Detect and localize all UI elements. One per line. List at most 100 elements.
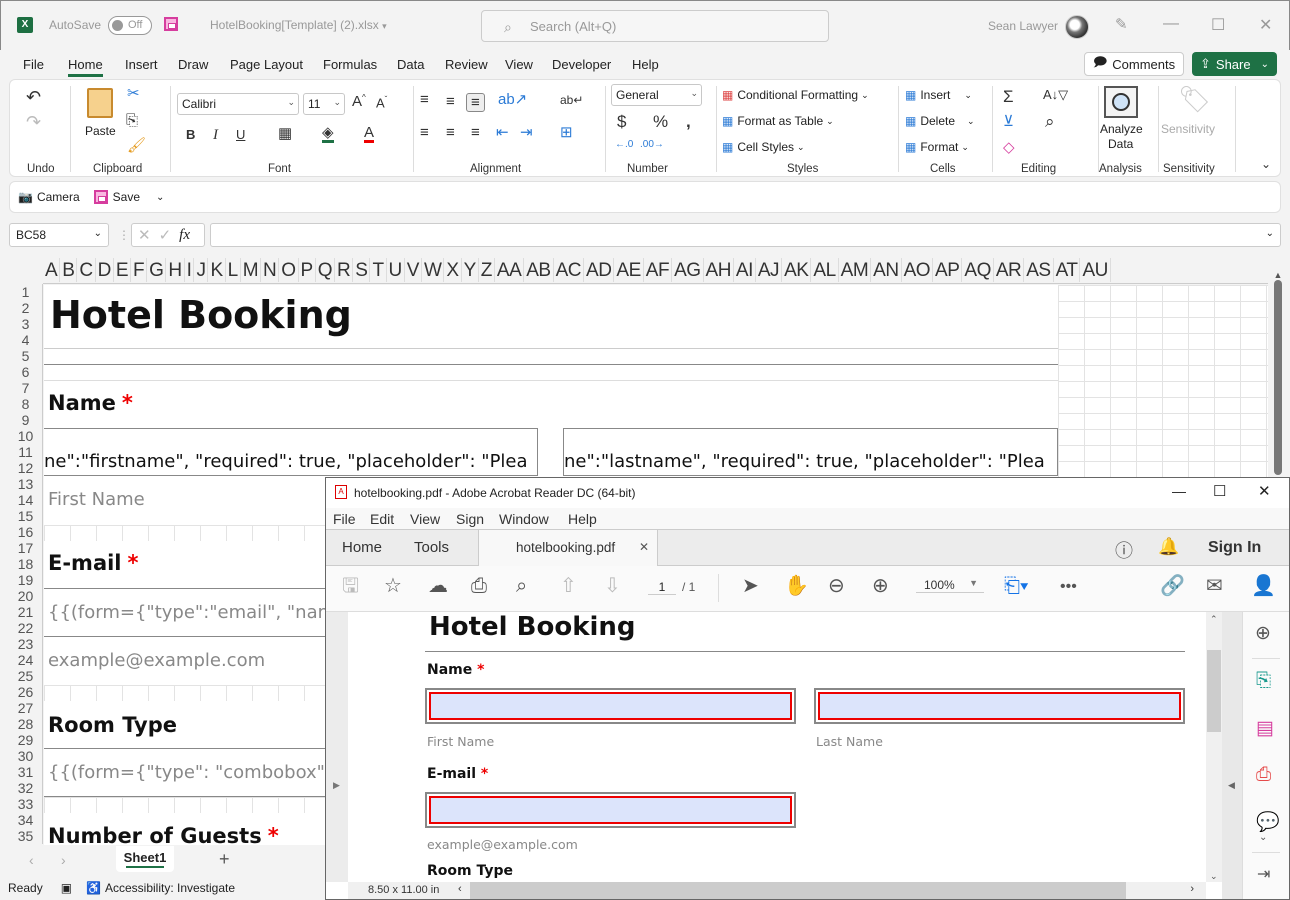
acro-menu-window[interactable]: Window: [499, 511, 549, 527]
column-header[interactable]: AO: [902, 258, 934, 282]
select-all-button[interactable]: [9, 258, 43, 284]
acro-tab-document[interactable]: hotelbooking.pdf ✕: [478, 530, 658, 567]
tab-file[interactable]: File: [23, 57, 44, 72]
format-painter-icon[interactable]: 🖌: [127, 138, 146, 153]
row-header[interactable]: 33: [9, 796, 42, 812]
last-name-field[interactable]: [814, 688, 1185, 724]
column-header[interactable]: K: [208, 258, 226, 282]
column-header[interactable]: V: [405, 258, 422, 282]
acro-menu-help[interactable]: Help: [568, 511, 597, 527]
orientation-icon[interactable]: ab↗: [498, 92, 527, 107]
column-header[interactable]: AD: [584, 258, 615, 282]
row-header[interactable]: 8: [9, 396, 42, 412]
acro-tab-tools[interactable]: Tools: [414, 539, 449, 556]
row-header[interactable]: 27: [9, 700, 42, 716]
row-header[interactable]: 17: [9, 540, 42, 556]
accessibility-status[interactable]: Accessibility: Investigate: [105, 881, 235, 895]
pdf-horizontal-scrollbar[interactable]: 8.50 x 11.00 in ‹ ›: [348, 882, 1206, 899]
column-header[interactable]: AK: [782, 258, 812, 282]
row-header[interactable]: 6: [9, 364, 42, 380]
tab-help[interactable]: Help: [632, 57, 659, 72]
collapse-ribbon-icon[interactable]: ⌄: [1261, 158, 1271, 170]
row-header[interactable]: 29: [9, 732, 42, 748]
column-header[interactable]: AF: [644, 258, 673, 282]
row-header[interactable]: 16: [9, 524, 42, 540]
tab-home[interactable]: Home: [68, 57, 103, 77]
column-header[interactable]: AB: [524, 258, 554, 282]
acrobat-close-icon[interactable]: ✕: [1258, 482, 1271, 500]
column-header[interactable]: L: [226, 258, 241, 282]
borders-icon[interactable]: ▦: [278, 126, 292, 141]
export-pdf-icon[interactable]: ⎘: [1256, 670, 1271, 692]
share-button[interactable]: ⇪ Share ⌄: [1192, 52, 1277, 76]
bold-icon[interactable]: B: [186, 128, 195, 141]
tab-draw[interactable]: Draw: [178, 57, 208, 72]
insert-cells-button[interactable]: ▦ Insert ⌄: [905, 88, 972, 102]
row-header[interactable]: 30: [9, 748, 42, 764]
share-link-icon[interactable]: 🔗: [1160, 576, 1185, 596]
close-icon[interactable]: ✕: [1259, 15, 1272, 35]
add-user-icon[interactable]: 👤: [1251, 576, 1276, 596]
sheet-tab-sheet1[interactable]: Sheet1: [116, 846, 174, 872]
hand-tool-icon[interactable]: ✋: [784, 576, 809, 596]
italic-icon[interactable]: I: [213, 128, 218, 143]
save-icon[interactable]: [164, 17, 178, 31]
save-icon[interactable]: 🖫: [342, 576, 359, 596]
undo-icon[interactable]: ↶: [26, 88, 41, 106]
column-header[interactable]: AL: [811, 258, 839, 282]
column-header[interactable]: AM: [839, 258, 872, 282]
number-format-select[interactable]: General ⌄: [611, 84, 702, 106]
column-header[interactable]: Z: [479, 258, 495, 282]
decrease-indent-icon[interactable]: ⇤: [496, 125, 509, 140]
format-as-table-button[interactable]: ▦ Format as Table ⌄: [722, 114, 834, 128]
search-text-icon[interactable]: ⌕: [516, 576, 527, 596]
font-size-select[interactable]: 11 ⌄: [303, 93, 345, 115]
qat-save-button[interactable]: Save: [93, 190, 140, 204]
avatar[interactable]: [1065, 15, 1089, 39]
column-header[interactable]: AC: [554, 258, 585, 282]
column-header[interactable]: M: [241, 258, 262, 282]
zoom-level-select[interactable]: 100% ▼: [916, 578, 984, 593]
upload-cloud-icon[interactable]: ☁: [428, 576, 448, 596]
increase-font-icon[interactable]: A^: [352, 94, 366, 110]
create-pdf-icon[interactable]: ⎙: [1256, 764, 1271, 786]
row-header[interactable]: 34: [9, 812, 42, 828]
more-tools-chevron-icon[interactable]: ⌄: [1259, 832, 1267, 843]
add-sheet-icon[interactable]: +: [219, 849, 230, 870]
align-top-icon[interactable]: ≡: [420, 92, 429, 107]
percent-icon[interactable]: %: [653, 113, 668, 130]
comments-button[interactable]: 🗩 Comments: [1084, 52, 1184, 76]
decrease-decimal-icon[interactable]: .00→: [640, 140, 664, 150]
first-name-field[interactable]: [425, 688, 796, 724]
column-header[interactable]: AI: [734, 258, 756, 282]
column-header[interactable]: AE: [614, 258, 644, 282]
column-header[interactable]: N: [261, 258, 280, 282]
row-header[interactable]: 14: [9, 492, 42, 508]
row-header[interactable]: 3: [9, 316, 42, 332]
row-header[interactable]: 2: [9, 300, 42, 316]
acro-menu-file[interactable]: File: [333, 511, 356, 527]
column-header[interactable]: U: [387, 258, 405, 282]
comma-style-icon[interactable]: ,: [686, 113, 691, 130]
acro-menu-edit[interactable]: Edit: [370, 511, 394, 527]
print-icon[interactable]: ⎙: [471, 576, 487, 596]
column-header[interactable]: AA: [495, 258, 525, 282]
column-header[interactable]: E: [114, 258, 132, 282]
comment-icon[interactable]: 💬: [1256, 810, 1280, 834]
conditional-formatting-button[interactable]: ▦ Conditional Formatting ⌄: [722, 88, 869, 102]
column-header[interactable]: D: [96, 258, 114, 282]
row-header[interactable]: 23: [9, 636, 42, 652]
room-type-code-cell[interactable]: {{(form={"type": "combobox",: [48, 762, 331, 783]
macro-record-icon[interactable]: ▣: [61, 881, 72, 895]
close-tab-icon[interactable]: ✕: [639, 540, 649, 554]
paste-icon[interactable]: [87, 88, 113, 118]
decrease-font-icon[interactable]: Aˇ: [376, 96, 387, 110]
column-header[interactable]: I: [185, 258, 195, 282]
find-icon[interactable]: ⌕: [1045, 113, 1055, 130]
column-header[interactable]: J: [194, 258, 209, 282]
enhance-scan-icon[interactable]: ⊕: [1255, 622, 1271, 645]
document-name[interactable]: HotelBooking[Template] (2).xlsx ▾: [210, 18, 387, 32]
row-header[interactable]: 12: [9, 460, 42, 476]
column-header[interactable]: S: [353, 258, 371, 282]
name-box[interactable]: BC58 ⌄: [9, 223, 109, 247]
